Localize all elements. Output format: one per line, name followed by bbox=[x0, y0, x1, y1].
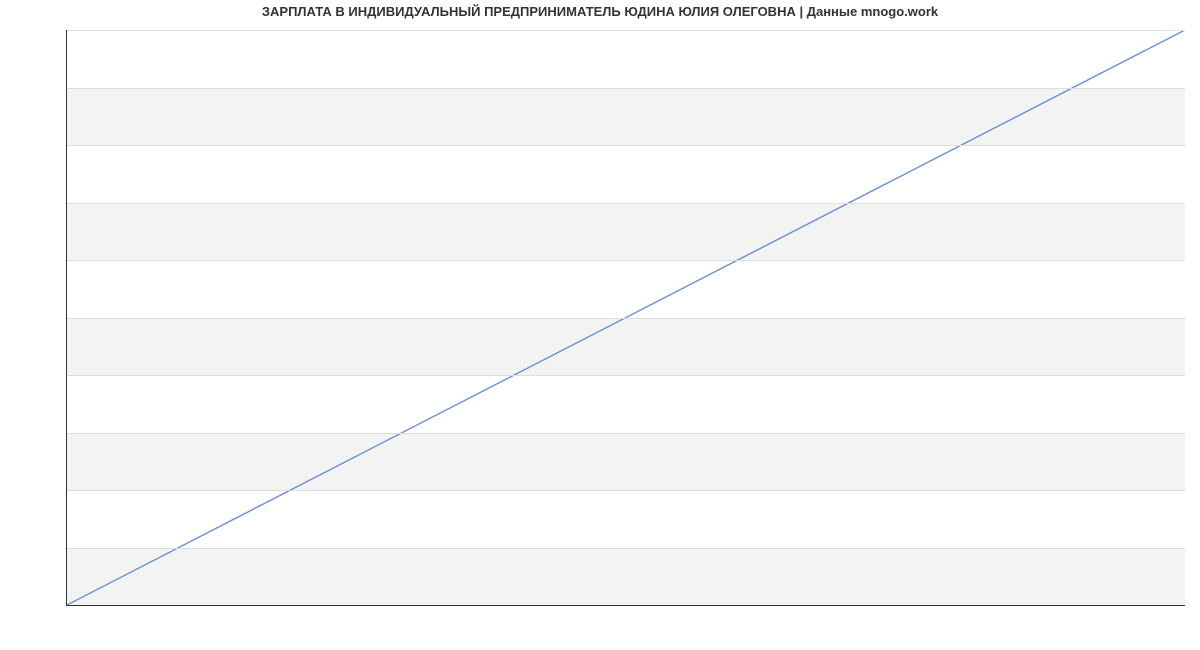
gridline bbox=[67, 145, 1185, 146]
gridline bbox=[67, 30, 1185, 31]
salary-chart: ЗАРПЛАТА В ИНДИВИДУАЛЬНЫЙ ПРЕДПРИНИМАТЕЛ… bbox=[0, 0, 1200, 650]
gridline bbox=[67, 375, 1185, 376]
gridline bbox=[67, 203, 1185, 204]
gridline bbox=[67, 260, 1185, 261]
gridline bbox=[67, 433, 1185, 434]
plot-area: 3000032000340003600038000400004200044000… bbox=[66, 30, 1185, 606]
gridline bbox=[67, 548, 1185, 549]
gridline bbox=[67, 605, 1185, 606]
gridline bbox=[67, 88, 1185, 89]
chart-title: ЗАРПЛАТА В ИНДИВИДУАЛЬНЫЙ ПРЕДПРИНИМАТЕЛ… bbox=[0, 4, 1200, 19]
gridline bbox=[67, 490, 1185, 491]
gridline bbox=[67, 318, 1185, 319]
